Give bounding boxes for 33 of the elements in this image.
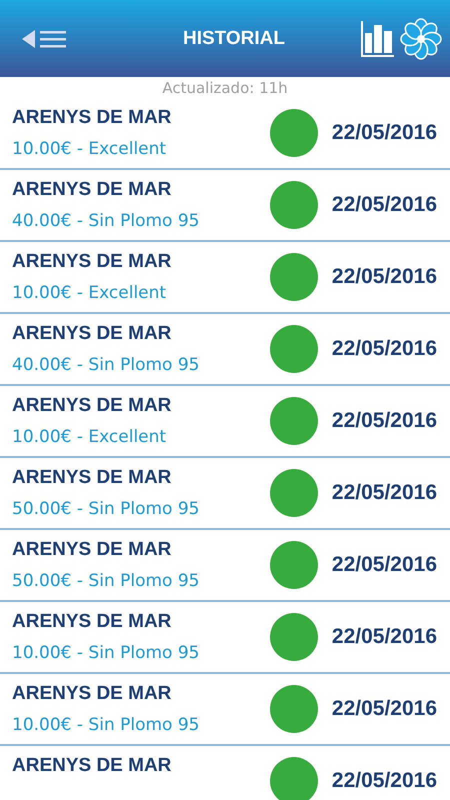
purchase-date: 22/05/2016 — [332, 481, 437, 505]
station-name: ARENYS DE MAR — [12, 683, 172, 705]
station-name: ARENYS DE MAR — [12, 395, 172, 417]
purchase-detail: 50.00€ - Sin Plomo 95 — [12, 571, 200, 591]
station-name: ARENYS DE MAR — [12, 467, 172, 489]
purchase-date: 22/05/2016 — [332, 193, 437, 217]
purchase-detail: 10.00€ - Excellent — [12, 283, 168, 303]
station-name: ARENYS DE MAR — [12, 611, 172, 633]
purchase-date: 22/05/2016 — [332, 409, 437, 433]
purchase-detail: 40.00€ - Sin Plomo 95 — [12, 211, 200, 231]
purchase-detail: 50.00€ - Sin Plomo 95 — [12, 499, 200, 519]
screen-title: HISTORIAL — [182, 28, 286, 50]
purchase-date: 22/05/2016 — [332, 625, 437, 649]
purchase-detail: 10.00€ - Sin Plomo 95 — [12, 643, 200, 663]
purchase-date: 22/05/2016 — [332, 553, 437, 577]
purchase-date: 22/05/2016 — [332, 121, 437, 145]
station-name: ARENYS DE MAR — [12, 179, 172, 201]
station-name: ARENYS DE MAR — [12, 539, 172, 561]
purchase-detail: 10.00€ - Excellent — [12, 139, 168, 159]
purchase-detail: 40.00€ - Sin Plomo 95 — [12, 355, 200, 375]
updated-label: Actualizado: 11h — [161, 78, 289, 98]
station-name: ARENYS DE MAR — [12, 107, 172, 129]
bar-chart-icon[interactable] — [360, 20, 394, 56]
purchase-date: 22/05/2016 — [332, 265, 437, 289]
station-name: ARENYS DE MAR — [12, 323, 172, 345]
flower-logo-icon[interactable] — [400, 18, 442, 60]
purchase-date: 22/05/2016 — [332, 697, 437, 721]
station-name: ARENYS DE MAR — [12, 755, 172, 777]
purchase-date: 22/05/2016 — [332, 769, 437, 793]
purchase-detail: 10.00€ - Excellent — [12, 427, 168, 447]
purchase-date: 22/05/2016 — [332, 337, 437, 361]
purchase-detail: 10.00€ - Sin Plomo 95 — [12, 715, 200, 735]
station-name: ARENYS DE MAR — [12, 251, 172, 273]
